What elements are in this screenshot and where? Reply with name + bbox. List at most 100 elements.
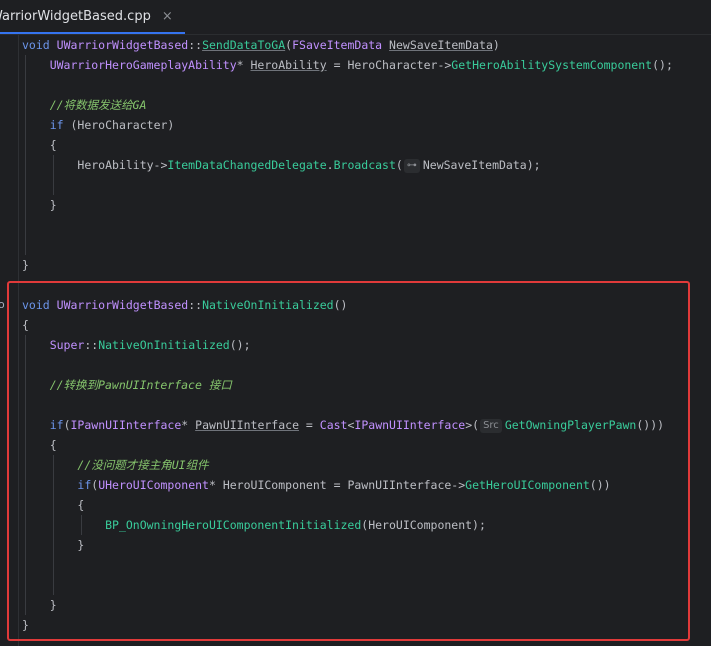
indent-guide (25, 175, 26, 195)
editor-tab-bar: WarriorWidgetBased.cpp × (0, 0, 711, 35)
expression: = HeroCharacter-> (326, 58, 452, 72)
type-name: UWarriorHeroGameplayAbility (49, 58, 237, 72)
pointer-op: * (208, 478, 223, 492)
brace: { (77, 498, 85, 512)
code-comment: //没问题才接主角UI组件 (77, 458, 209, 472)
call-end: (); (229, 338, 251, 352)
brace: { (49, 138, 57, 152)
dot: . (326, 158, 334, 172)
call-end: ())) (636, 418, 665, 432)
indent-guide (53, 455, 54, 475)
code-comment: //转换到PawnUIInterface 接口 (49, 378, 232, 392)
indent-guide (25, 455, 26, 475)
class-name: UWarriorWidgetBased (56, 38, 189, 52)
indent-guide (25, 575, 26, 595)
paren: ( (395, 158, 403, 172)
code-comment: //将数据发送给GA (49, 98, 147, 112)
paren: () (333, 298, 348, 312)
indent-guide (53, 555, 54, 575)
indent-guide (25, 415, 26, 435)
indent-guide (25, 535, 26, 555)
code-line: //转换到PawnUIInterface 接口 (22, 375, 711, 395)
function-name: SendDataToGA (202, 38, 286, 52)
indent-guide (53, 155, 54, 175)
indent-guide (25, 495, 26, 515)
code-line: } (22, 595, 711, 615)
indent-guide (53, 495, 54, 515)
code-line: if(UHeroUIComponent* HeroUIComponent = P… (22, 475, 711, 495)
indent-guide (25, 75, 26, 95)
variable-name: PawnUIInterface (195, 418, 299, 432)
gutter-marker-icon[interactable]: o (0, 298, 5, 311)
scope-operator: :: (188, 298, 203, 312)
function-name: NativeOnInitialized (202, 298, 334, 312)
type-name: Super (49, 338, 85, 352)
code-line (22, 175, 711, 195)
code-editor[interactable]: void UWarriorWidgetBased::SendDataToGA(F… (22, 35, 711, 635)
indent-guide (25, 115, 26, 135)
indent-guide (25, 155, 26, 175)
scope-operator: :: (84, 338, 99, 352)
pointer-op: * (181, 418, 196, 432)
call-end: ); (526, 158, 541, 172)
close-icon[interactable]: × (162, 9, 173, 24)
code-line: if (HeroCharacter) (22, 115, 711, 135)
code-line: } (22, 535, 711, 555)
parameter-hint: Src (480, 419, 502, 433)
code-line: } (22, 195, 711, 215)
type-name: IPawnUIInterface (70, 418, 182, 432)
code-line (22, 75, 711, 95)
code-line (22, 355, 711, 375)
brace: } (22, 258, 29, 272)
call-end: (); (652, 58, 673, 72)
code-line: void UWarriorWidgetBased::SendDataToGA(F… (22, 35, 711, 55)
brace: } (49, 198, 57, 212)
indent-guide (25, 375, 26, 395)
tab-warrior-widget-based-cpp[interactable]: WarriorWidgetBased.cpp × (0, 0, 185, 34)
function-call: GetOwningPlayerPawn (504, 418, 637, 432)
indent-guide (25, 135, 26, 155)
indent-guide (25, 95, 26, 115)
indent-guide (25, 55, 26, 75)
code-line: { (22, 315, 711, 335)
indent-guide (25, 475, 26, 495)
call-end: (HeroUIComponent); (361, 518, 486, 532)
keyword: if (49, 418, 64, 432)
indent-guide (53, 475, 54, 495)
class-name: UWarriorWidgetBased (56, 298, 189, 312)
indent-guide (25, 235, 26, 255)
expression: = PawnUIInterface-> (326, 478, 466, 492)
template-arg: IPawnUIInterface (354, 418, 466, 432)
indent-guide (53, 175, 54, 195)
indent-guide (53, 515, 54, 535)
brace: { (22, 318, 29, 332)
indent-guide (25, 435, 26, 455)
indent-guide (25, 595, 26, 615)
function-call: Broadcast (333, 158, 396, 172)
tab-title: WarriorWidgetBased.cpp (0, 8, 151, 24)
variable-name: HeroUIComponent (222, 478, 327, 492)
code-line: BP_OnOwningHeroUIComponentInitialized(He… (22, 515, 711, 535)
keyword: if (77, 478, 92, 492)
object-access: HeroAbility-> (77, 158, 168, 172)
brace: } (77, 538, 85, 552)
code-line (22, 215, 711, 235)
code-line: UWarriorHeroGameplayAbility* HeroAbility… (22, 55, 711, 75)
brace: } (22, 618, 29, 632)
pointer-op: * (236, 58, 251, 72)
code-line: void UWarriorWidgetBased::NativeOnInitia… (22, 295, 711, 315)
param-name: NewSaveItemData (389, 38, 493, 52)
angle-bracket: >( (465, 418, 480, 432)
code-line: HeroAbility->ItemDataChangedDelegate.Bro… (22, 155, 711, 175)
variable-name: HeroAbility (250, 58, 327, 72)
code-line (22, 555, 711, 575)
cast-function: Cast (319, 418, 348, 432)
function-call: GetHeroUIComponent (465, 478, 590, 492)
keyword: void (22, 298, 50, 312)
type-name: UHeroUIComponent (98, 478, 209, 492)
keyword: if (49, 118, 64, 132)
indent-guide (81, 515, 82, 535)
code-line: //将数据发送给GA (22, 95, 711, 115)
